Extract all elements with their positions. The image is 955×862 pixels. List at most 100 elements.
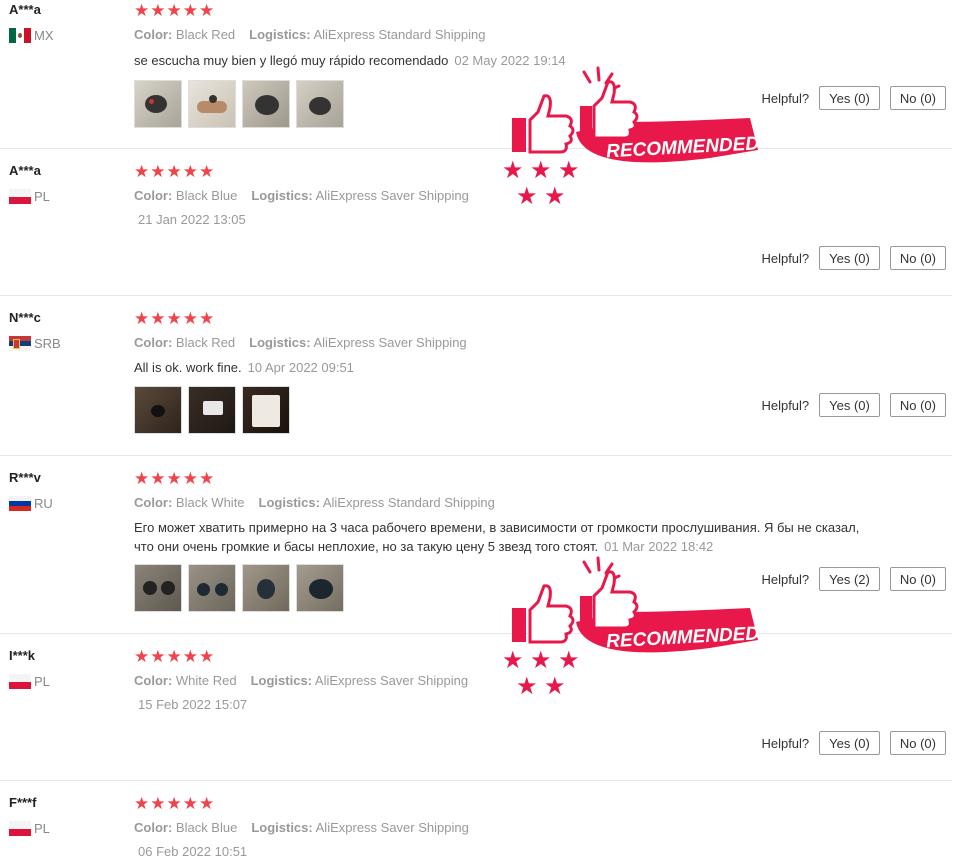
review-photo[interactable] [134, 80, 182, 128]
thumbs-up-icon [580, 106, 592, 136]
recommended-badge: RECOMMENDED ★ ★ ★ ★ ★ [500, 66, 760, 210]
country-code: RU [34, 496, 53, 511]
reviewer-country: PL [9, 821, 50, 836]
review-meta: Color: Black Blue Logistics: AliExpress S… [134, 188, 469, 203]
color-label: Color: [134, 335, 173, 350]
color-value: Black Red [175, 335, 236, 350]
color-label: Color: [134, 188, 173, 203]
svg-text:★: ★ [558, 646, 580, 674]
reviewer-country: PL [9, 674, 50, 689]
recommended-badge-graphic: RECOMMENDED ★ ★ ★ ★ ★ [502, 556, 760, 700]
review-body: Его может хватить примерно на 3 часа раб… [134, 520, 860, 554]
helpful-no-button[interactable]: No (0) [889, 86, 946, 110]
rating-stars: ★★★★★ [134, 647, 216, 666]
helpful-yes-button[interactable]: Yes (2) [819, 567, 880, 591]
helpful-section: Helpful? Yes (0) No (0) [761, 731, 946, 755]
review-photo[interactable] [188, 564, 236, 612]
review-text: All is ok. work fine. 10 Apr 2022 09:51 [134, 358, 354, 377]
review-photo[interactable] [242, 564, 290, 612]
review-item: R***v RU ★★★★★ Color: Black White Logisti… [0, 456, 952, 634]
svg-text:★: ★ [544, 182, 566, 206]
svg-text:★: ★ [516, 672, 538, 696]
helpful-label: Helpful? [761, 250, 810, 266]
logistics-value: AliExpress Saver Shipping [315, 188, 469, 203]
review-meta: Color: Black White Logistics: AliExpress … [134, 495, 495, 510]
helpful-yes-button[interactable]: Yes (0) [819, 393, 880, 417]
logistics-value: AliExpress Saver Shipping [314, 673, 469, 688]
logistics-label: Logistics: [249, 335, 311, 350]
review-date: 01 Mar 2022 18:42 [604, 539, 714, 554]
country-code: PL [34, 674, 50, 689]
thumbs-up-icon [512, 118, 526, 152]
review-date: 06 Feb 2022 10:51 [138, 844, 248, 859]
color-label: Color: [134, 27, 173, 42]
review-photo[interactable] [134, 564, 182, 612]
logistics-label: Logistics: [251, 820, 313, 835]
color-value: Black Red [175, 27, 236, 42]
rating-stars: ★★★★★ [134, 309, 216, 328]
review-date: 21 Jan 2022 13:05 [138, 212, 246, 227]
svg-text:★: ★ [530, 646, 552, 674]
review-text: Его может хватить примерно на 3 часа раб… [134, 518, 864, 556]
review-photo[interactable] [296, 564, 344, 612]
logistics-value: AliExpress Saver Shipping [313, 335, 467, 350]
color-value: Black Blue [175, 820, 238, 835]
svg-text:★: ★ [530, 156, 552, 184]
recommended-badge-graphic: RECOMMENDED ★ ★ ★ ★ ★ [502, 66, 760, 210]
logistics-label: Logistics: [258, 495, 320, 510]
review-meta: Color: Black Red Logistics: AliExpress St… [134, 27, 485, 42]
logistics-value: AliExpress Saver Shipping [315, 820, 469, 835]
review-photo[interactable] [188, 386, 236, 434]
helpful-no-button[interactable]: No (0) [889, 393, 946, 417]
review-body: All is ok. work fine. [134, 360, 242, 375]
svg-text:★: ★ [502, 156, 524, 184]
helpful-no-button[interactable]: No (0) [889, 567, 946, 591]
review-body: se escucha muy bien y llegó muy rápido r… [134, 53, 449, 68]
recommended-badge: RECOMMENDED ★ ★ ★ ★ ★ [500, 556, 760, 700]
review-item: I***k PL ★★★★★ Color: White Red Logistics… [0, 634, 952, 781]
review-meta: Color: Black Red Logistics: AliExpress Sa… [134, 335, 467, 350]
review-date: 10 Apr 2022 09:51 [247, 360, 354, 375]
review-meta: Color: White Red Logistics: AliExpress Sa… [134, 673, 468, 688]
country-code: MX [34, 28, 54, 43]
logistics-value: AliExpress Standard Shipping [322, 495, 495, 510]
color-label: Color: [134, 820, 173, 835]
reviewer-country: SRB [9, 336, 61, 351]
review-item: F***f PL ★★★★★ Color: Black Blue Logistic… [0, 781, 952, 862]
svg-text:★: ★ [544, 672, 566, 696]
thumbs-up-icon [512, 608, 526, 642]
rating-stars: ★★★★★ [134, 794, 216, 813]
review-photos [134, 386, 290, 434]
svg-text:★: ★ [502, 646, 524, 674]
review-photo[interactable] [242, 386, 290, 434]
rating-stars: ★★★★★ [134, 469, 216, 488]
helpful-section: Helpful? Yes (0) No (0) [761, 393, 946, 417]
helpful-no-button[interactable]: No (0) [889, 246, 946, 270]
rating-stars: ★★★★★ [134, 1, 216, 20]
reviewer-name: I***k [9, 648, 36, 663]
helpful-no-button[interactable]: No (0) [889, 731, 946, 755]
review-item: A***a PL ★★★★★ Color: Black Blue Logistic… [0, 149, 952, 296]
review-photo[interactable] [242, 80, 290, 128]
poland-flag-icon [9, 674, 31, 689]
helpful-yes-button[interactable]: Yes (0) [819, 731, 880, 755]
logistics-value: AliExpress Standard Shipping [313, 27, 486, 42]
review-photo[interactable] [188, 80, 236, 128]
country-code: PL [34, 189, 50, 204]
helpful-label: Helpful? [761, 90, 810, 106]
serbia-flag-icon [9, 336, 31, 351]
color-label: Color: [134, 495, 173, 510]
russia-flag-icon [9, 496, 31, 511]
helpful-label: Helpful? [761, 397, 810, 413]
helpful-section: Helpful? Yes (2) No (0) [761, 567, 946, 591]
review-photo[interactable] [296, 80, 344, 128]
country-code: PL [34, 821, 50, 836]
review-item: N***c SRB ★★★★★ Color: Black Red Logistic… [0, 296, 952, 456]
color-value: White Red [175, 673, 237, 688]
review-photos [134, 564, 344, 612]
rating-stars: ★★★★★ [134, 162, 216, 181]
reviewer-country: PL [9, 189, 50, 204]
helpful-yes-button[interactable]: Yes (0) [819, 86, 880, 110]
helpful-yes-button[interactable]: Yes (0) [819, 246, 880, 270]
review-photo[interactable] [134, 386, 182, 434]
